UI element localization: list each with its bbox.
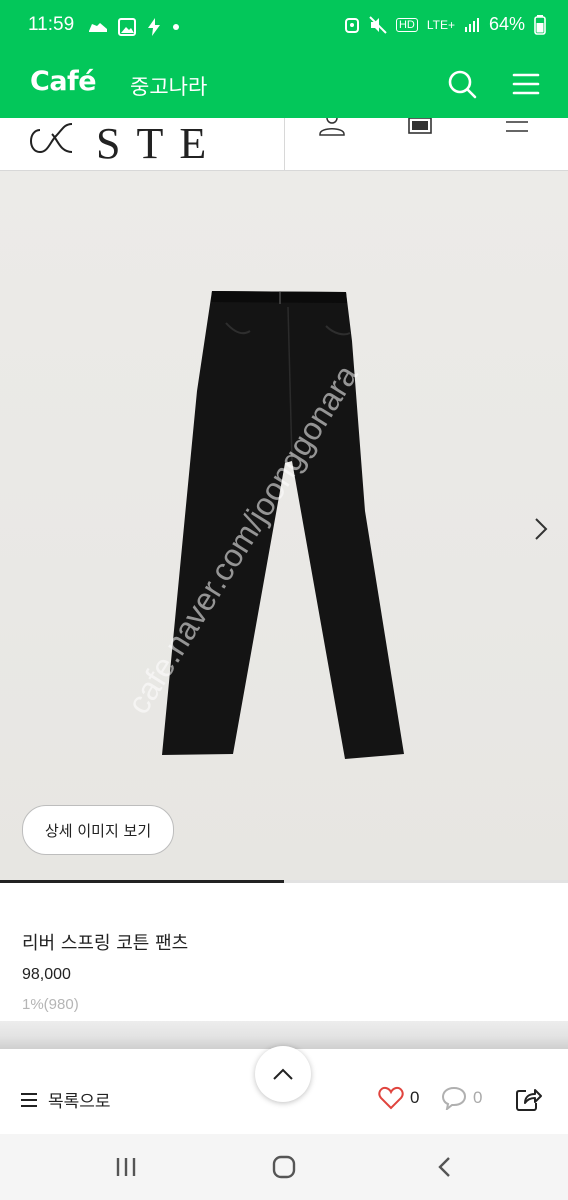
shop-header: STE [0,118,568,171]
shop-brand: STE [96,119,214,162]
pants-image [162,291,404,759]
alarm-icon [344,17,359,33]
heart-icon [378,1086,404,1110]
product-price: 98,000 [22,966,71,983]
cafe-header: Café 중고나라 [0,56,568,118]
back-icon[interactable] [436,1156,452,1178]
product-point: 1%(980) [22,996,79,1013]
like-button[interactable]: 0 [378,1086,419,1110]
hd-label: HD [395,17,418,32]
home-icon[interactable] [272,1155,296,1179]
comment-icon [441,1086,467,1110]
gallery-notification-icon [118,18,136,36]
user-icon[interactable] [318,118,346,138]
bag-icon[interactable] [407,118,433,136]
cafe-name[interactable]: 중고나라 [130,71,207,101]
battery-icon [534,14,546,35]
detail-images-button[interactable]: 상세 이미지 보기 [22,805,175,855]
recent-apps-icon[interactable] [114,1156,138,1178]
shoe-notification-icon [89,23,107,32]
status-bar: 11:59 HD LTE+ 64% [0,0,568,56]
list-button[interactable]: 목록으로 [20,1087,111,1112]
charging-icon [148,18,160,36]
network-label: LTE+ [426,17,455,32]
shop-logo[interactable]: STE [24,118,214,162]
search-icon[interactable] [446,68,478,100]
status-time: 11:59 [28,14,75,35]
section-divider [0,1021,568,1049]
cafe-logo[interactable]: Café [30,66,97,97]
chevron-right-icon[interactable] [534,517,548,541]
product-image-gallery[interactable]: cafe.naver.com/joonggonara 상세 이미지 보기 [0,171,568,880]
header-divider [284,118,285,170]
chevron-up-icon [273,1068,293,1080]
gallery-progress-fill [0,880,284,883]
share-icon[interactable] [515,1086,543,1112]
comment-button[interactable]: 0 [441,1086,482,1110]
system-nav-bar [0,1134,568,1200]
gallery-progress [0,880,568,883]
battery-level: 64% [488,14,525,34]
product-name: 리버 스프링 코튼 팬츠 [22,933,189,954]
scroll-to-top-button[interactable] [255,1046,311,1102]
hamburger-icon[interactable] [504,118,530,134]
dot-icon [173,24,179,30]
menu-icon[interactable] [512,72,540,96]
comment-count: 0 [473,1088,483,1107]
signal-icon [464,17,479,32]
list-icon [21,1092,37,1107]
mute-icon [369,15,387,34]
list-label: 목록으로 [48,1092,111,1112]
like-count: 0 [410,1088,420,1107]
